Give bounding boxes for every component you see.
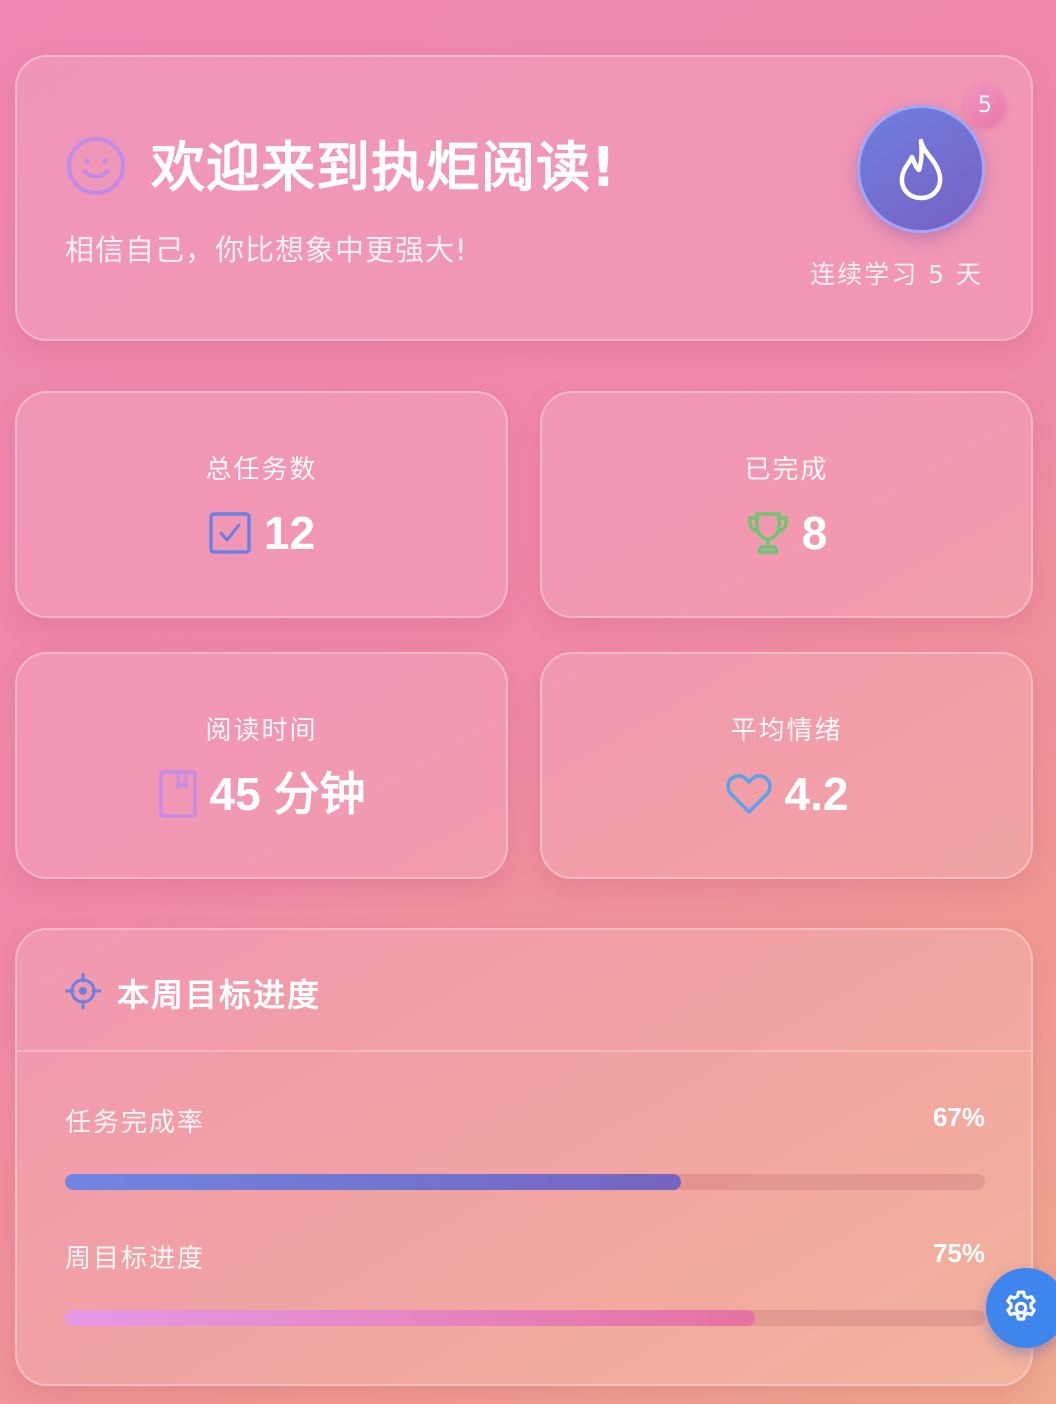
progress-fill: [65, 1310, 755, 1326]
goal-percent: 75%: [932, 1238, 985, 1268]
progress-track: [65, 1174, 985, 1190]
welcome-title: 欢迎来到执炬阅读!: [151, 136, 617, 199]
goal-percent: 67%: [932, 1102, 985, 1132]
progress-fill: [65, 1174, 682, 1190]
stat-label: 总任务数: [205, 455, 318, 485]
settings-button[interactable]: [986, 1268, 1056, 1348]
welcome-subtitle: 相信自己，你比想象中更强大!: [65, 233, 468, 267]
checkbox-icon: [208, 511, 252, 555]
weekly-goals-card: 本周目标进度 任务完成率 67% 周目标进度 75%: [15, 928, 1033, 1386]
stat-value: 4.2: [784, 768, 849, 820]
target-icon: [65, 973, 101, 1009]
stat-label: 已完成: [744, 455, 829, 485]
progress-track: [65, 1310, 985, 1326]
goals-header: 本周目标进度: [17, 930, 1031, 1052]
stat-card-reading-time[interactable]: 阅读时间 45 分钟: [15, 652, 508, 879]
stat-label: 阅读时间: [205, 716, 318, 746]
stat-value: 12: [263, 507, 316, 559]
smile-icon: [67, 137, 125, 195]
goals-title: 本周目标进度: [117, 976, 322, 1014]
stat-value: 8: [801, 507, 828, 559]
goal-name: 任务完成率: [65, 1108, 206, 1138]
stat-card-completed[interactable]: 已完成 8: [540, 391, 1033, 618]
stat-label: 平均情绪: [730, 716, 843, 746]
welcome-card: 欢迎来到执炬阅读! 相信自己，你比想象中更强大! 5 连续学习 5 天: [15, 55, 1033, 341]
streak-label: 连续学习 5 天: [810, 260, 983, 289]
fire-icon: [899, 138, 943, 201]
stat-card-average-mood[interactable]: 平均情绪 4.2: [540, 652, 1033, 879]
book-icon: [158, 769, 198, 819]
streak-badge[interactable]: [857, 105, 985, 233]
heart-icon: [725, 772, 773, 816]
stat-value: 45 分钟: [209, 768, 366, 820]
trophy-icon: [746, 510, 790, 556]
goal-name: 周目标进度: [65, 1244, 206, 1274]
stat-card-total-tasks[interactable]: 总任务数 12: [15, 391, 508, 618]
gear-icon: [1006, 1290, 1036, 1321]
streak-count-badge: 5: [964, 85, 1006, 127]
